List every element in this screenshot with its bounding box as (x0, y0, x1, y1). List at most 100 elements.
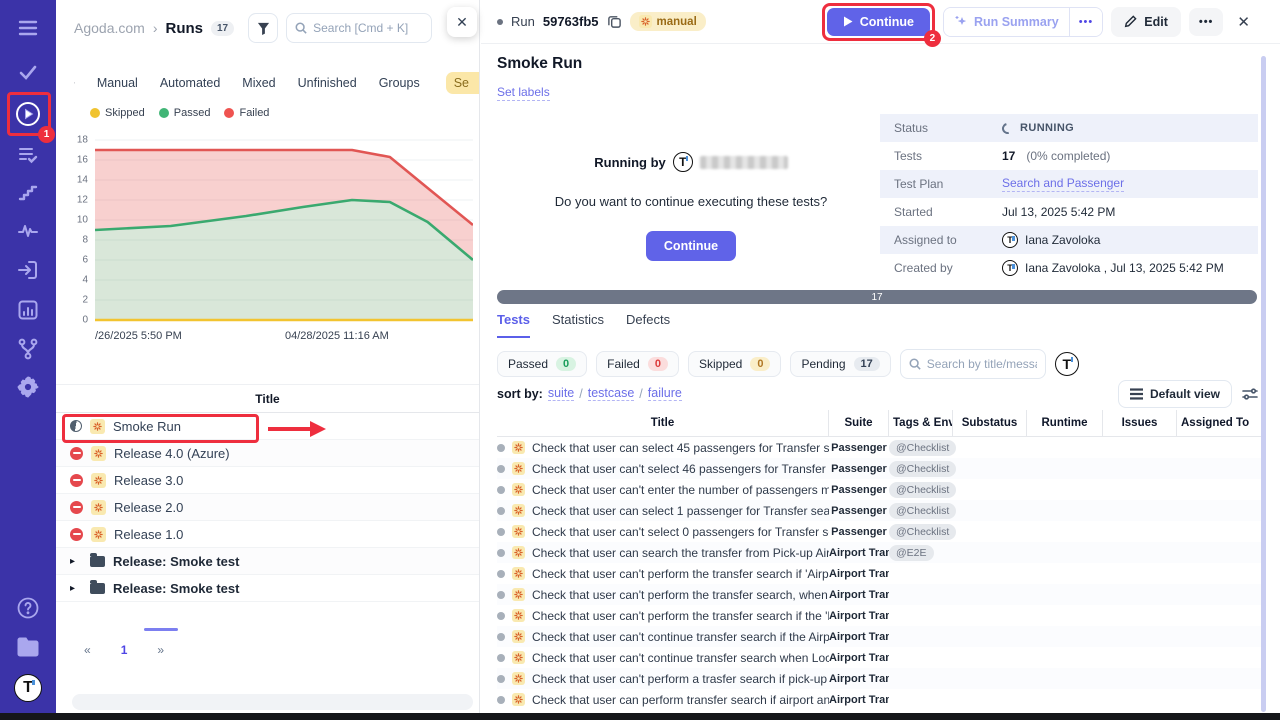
test-row[interactable]: Check that user can't continue transfer … (497, 626, 1262, 647)
help-icon[interactable] (0, 596, 56, 620)
tab-defects[interactable]: Defects (626, 312, 670, 338)
test-plans-icon[interactable] (0, 145, 56, 165)
test-row[interactable]: Check that user can't continue transfer … (497, 647, 1262, 668)
annotation-box-step2: Continue 2 (822, 3, 935, 41)
vertical-scrollbar[interactable] (1261, 56, 1266, 712)
filter-label: Skipped (699, 357, 742, 371)
test-title-cell: Check that user can't select 46 passenge… (497, 462, 829, 476)
y-tick-label: 14 (77, 175, 88, 186)
runs-table-row[interactable]: ▸Release: Smoke test (56, 575, 479, 602)
sort-link-failure[interactable]: failure (648, 386, 682, 401)
copy-icon[interactable] (607, 14, 622, 29)
run-row-title: Release 2.0 (114, 500, 183, 515)
test-row[interactable]: Check that user can perform transfer sea… (497, 689, 1262, 710)
select-all-icon[interactable] (74, 75, 75, 91)
tab-automated[interactable]: Automated (160, 76, 220, 90)
default-view-button[interactable]: Default view (1118, 380, 1232, 408)
workspace-logo-avatar[interactable]: T (0, 674, 56, 702)
pagination-prev[interactable]: « (84, 643, 91, 657)
tests-check-icon[interactable] (0, 62, 56, 82)
tab-groups[interactable]: Groups (379, 76, 420, 90)
pencil-icon (1124, 15, 1137, 28)
filter-failed[interactable]: Failed0 (596, 351, 679, 377)
close-run-button[interactable]: ✕ (1231, 9, 1256, 35)
filter-count-badge: 17 (854, 357, 880, 371)
tests-search-box[interactable] (900, 349, 1046, 379)
runs-table-header: Title (56, 384, 479, 413)
tests-search-input[interactable] (927, 357, 1037, 371)
test-row[interactable]: Check that user can select 1 passenger f… (497, 500, 1262, 521)
expander-icon[interactable]: ▸ (70, 556, 82, 567)
test-row[interactable]: Check that user can't select 0 passenger… (497, 521, 1262, 542)
pagination-page-1[interactable]: 1 (121, 643, 128, 657)
test-plan-link[interactable]: Search and Passenger (1002, 176, 1124, 192)
chart-legend: SkippedPassedFailed (90, 107, 269, 119)
tab-statistics[interactable]: Statistics (552, 312, 604, 338)
test-row[interactable]: Check that user can't perform the transf… (497, 605, 1262, 626)
filter-pending[interactable]: Pending17 (790, 351, 890, 377)
run-detail-tabs: Tests Statistics Defects (497, 312, 670, 338)
pull-requests-icon[interactable] (0, 258, 56, 282)
tab-unfinished[interactable]: Unfinished (298, 76, 357, 90)
test-row[interactable]: Check that user can't select 46 passenge… (497, 458, 1262, 479)
test-row[interactable]: Check that user can't perform the transf… (497, 563, 1262, 584)
pagination-next[interactable]: » (157, 643, 164, 657)
horizontal-scrollbar-track[interactable] (72, 694, 473, 710)
run-summary-more-button[interactable]: ••• (1069, 8, 1103, 36)
runs-table-row[interactable]: Release 4.0 (Azure) (56, 440, 479, 467)
edit-button[interactable]: Edit (1111, 7, 1181, 37)
close-panel-button[interactable]: ✕ (447, 7, 477, 37)
x-axis-label-start: /26/2025 5:50 PM (95, 330, 182, 342)
tab-selected-partial[interactable]: Se (446, 72, 479, 94)
test-title: Check that user can't perform a trasfer … (532, 672, 829, 686)
test-row[interactable]: Check that user can search the transfer … (497, 542, 1262, 563)
filter-label: Passed (508, 357, 548, 371)
filter-passed[interactable]: Passed0 (497, 351, 587, 377)
menu-icon[interactable] (0, 17, 56, 39)
run-progress-bar[interactable]: 17 (497, 290, 1257, 304)
test-suite-cell: Airport Transfer (829, 631, 889, 643)
detail-value: TIana Zavoloka , Jul 13, 2025 5:42 PM (1002, 260, 1224, 276)
expander-icon[interactable]: ▸ (70, 583, 82, 594)
tab-manual[interactable]: Manual (97, 76, 138, 90)
runs-search-input[interactable] (313, 21, 423, 35)
filter-button[interactable] (248, 13, 278, 43)
settings-gear-icon[interactable] (0, 375, 56, 399)
runs-play-circle-icon[interactable] (0, 101, 56, 127)
filter-skipped[interactable]: Skipped0 (688, 351, 782, 377)
milestones-steps-icon[interactable] (0, 183, 56, 203)
sort-link-suite[interactable]: suite (548, 386, 574, 401)
breadcrumb-project[interactable]: Agoda.com (74, 20, 145, 36)
runs-table-row[interactable]: Release 3.0 (56, 467, 479, 494)
sliders-icon[interactable] (1242, 387, 1258, 401)
sort-link-testcase[interactable]: testcase (588, 386, 635, 401)
y-tick-label: 10 (77, 215, 88, 226)
runs-search-box[interactable] (286, 13, 432, 43)
runs-table-row[interactable]: Release 2.0 (56, 494, 479, 521)
window-bottom-edge (0, 713, 1280, 720)
continue-button-center[interactable]: Continue (646, 231, 736, 261)
runs-table-row[interactable]: ▸Release: Smoke test (56, 548, 479, 575)
breadcrumb-section: Runs (166, 20, 204, 37)
projects-folder-icon[interactable] (0, 636, 56, 658)
tab-tests[interactable]: Tests (497, 312, 530, 338)
runs-table-row[interactable]: Release 1.0 (56, 521, 479, 548)
test-row[interactable]: Check that user can't perform a trasfer … (497, 668, 1262, 689)
analytics-bar-chart-icon[interactable] (0, 298, 56, 322)
test-row[interactable]: Check that user can't perform the transf… (497, 584, 1262, 605)
run-summary-button[interactable]: Run Summary (944, 8, 1069, 36)
legend-label: Failed (239, 107, 269, 119)
untested-status-icon (497, 654, 505, 662)
test-row[interactable]: Check that user can select 45 passengers… (497, 437, 1262, 458)
set-labels-link[interactable]: Set labels (497, 85, 550, 101)
run-title: Smoke Run (497, 55, 582, 73)
x-axis-label-mid: 04/28/2025 11:16 AM (285, 330, 389, 342)
activity-pulse-icon[interactable] (0, 222, 56, 240)
more-actions-button[interactable]: ••• (1189, 8, 1224, 36)
tab-mixed[interactable]: Mixed (242, 76, 275, 90)
folder-icon (90, 556, 105, 567)
test-row[interactable]: Check that user can't enter the number o… (497, 479, 1262, 500)
continue-button[interactable]: Continue (827, 8, 930, 36)
branch-icon[interactable] (0, 336, 56, 362)
stopped-status-icon (70, 501, 83, 514)
